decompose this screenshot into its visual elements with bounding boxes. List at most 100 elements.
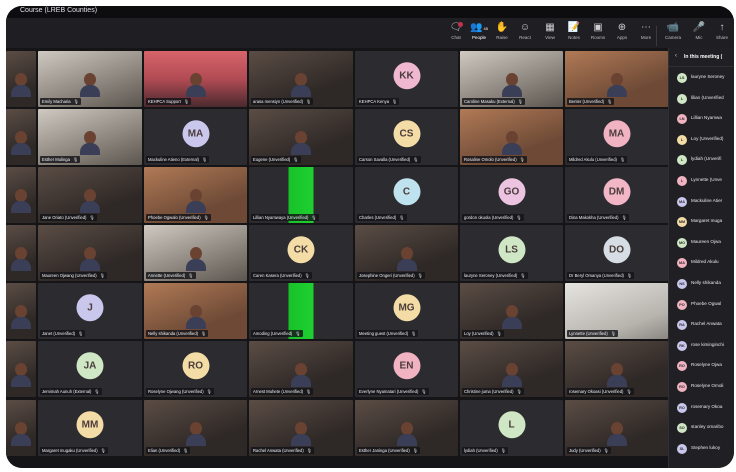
toolbar-rooms-button[interactable]: ▣ Rooms xyxy=(587,21,609,47)
participant-video xyxy=(11,422,31,446)
toolbar-people-button[interactable]: 👥45 People xyxy=(468,21,490,50)
participant-tile[interactable]: Lynnette (Unverified) 🎙 xyxy=(565,283,668,339)
participant-list-item[interactable]: LS lauryne Seroney xyxy=(669,68,734,88)
participant-list-item[interactable]: RO rosemary Okoa xyxy=(669,398,734,418)
participant-tile[interactable]: KEHPCA Support 🎙 xyxy=(144,51,247,107)
participant-tile[interactable]: MG Meeting guest (Unverified) 🎙 xyxy=(355,283,458,339)
mic-muted-icon: 🎙 xyxy=(183,448,189,453)
participant-tile[interactable]: Eugene (Unverified) 🎙 xyxy=(249,109,353,165)
participant-tile[interactable] xyxy=(6,167,36,223)
participant-tile[interactable] xyxy=(6,109,36,165)
participant-tile[interactable] xyxy=(6,51,36,107)
participant-tile[interactable]: Maureen Ojwang (Unverified) 🎙 xyxy=(38,225,142,281)
participant-tile[interactable]: C Charles (Unverified) 🎙 xyxy=(355,167,458,223)
participant-list-item[interactable]: SO stanley omaribo xyxy=(669,418,734,438)
participant-tile[interactable]: Esther Mulinga 🎙 xyxy=(38,109,142,165)
participant-tile[interactable]: LS lauryne Seroney (Unverified) 🎙 xyxy=(460,225,563,281)
participant-tile[interactable] xyxy=(6,341,36,397)
participant-video xyxy=(396,247,417,271)
chevron-left-icon[interactable]: ‹ xyxy=(675,53,677,59)
participant-name-label: Charles (Unverified) 🎙 xyxy=(357,214,407,221)
toolbar-share-button[interactable]: ↑ Share xyxy=(711,21,733,47)
toolbar-react-button[interactable]: ☺ React xyxy=(514,21,536,47)
participant-list-item[interactable]: MO Maureen Ojwa xyxy=(669,233,734,253)
participant-tile[interactable]: GO gordon okuola (Unverified) 🎙 xyxy=(460,167,563,223)
participant-tile[interactable]: Emily Macharia 🎙 xyxy=(38,51,142,107)
participant-name-label: gordon okuola (Unverified) 🎙 xyxy=(462,214,524,221)
participant-name-label: Mackuline Atieno (External) 🎙 xyxy=(146,156,210,163)
participant-list-item[interactable]: RA Rachel Anwata xyxy=(669,315,734,335)
participant-name: Rosaline Omolo (Unverified) xyxy=(464,157,517,162)
participant-tile[interactable]: rosemary Okoasi (Unverified) 🎙 xyxy=(565,341,668,397)
participant-list-item[interactable]: PO Phoebe Ogwal xyxy=(669,295,734,315)
participant-tile[interactable]: Arnest Muhete (Unverified) 🎙 xyxy=(249,341,353,397)
participant-tile[interactable]: Benter (Unverified) 🎙 xyxy=(565,51,668,107)
participant-tile[interactable]: CK Caren Kasera (Unverified) 🎙 xyxy=(249,225,353,281)
participant-tile[interactable]: RO Roselyne Ojwang (Unverified) 🎙 xyxy=(144,341,247,397)
participant-tile[interactable]: MA Mackuline Atieno (External) 🎙 xyxy=(144,109,247,165)
participant-list-item[interactable]: RO Roselyne Omoli xyxy=(669,377,734,397)
participant-tile[interactable]: MA Mildred Akulu (Unverified) 🎙 xyxy=(565,109,668,165)
participant-name: Charles (Unverified) xyxy=(359,215,397,220)
participant-list-item[interactable]: MA Mackuline Atier xyxy=(669,192,734,212)
participant-list-item[interactable]: SL Stephen lukoy xyxy=(669,439,734,459)
participant-list-item[interactable]: Llydiah (Unverifi xyxy=(669,150,734,170)
toolbar-raise-button[interactable]: ✋ Raise xyxy=(491,21,513,47)
participant-list-item[interactable]: Llilian (Unverified xyxy=(669,89,734,109)
participant-name-label: KEHPCA Kenya 🎙 xyxy=(357,98,400,105)
participant-video xyxy=(291,73,311,97)
participant-tile[interactable]: Rachel Anwata (Unverified) 🎙 xyxy=(249,400,353,456)
participant-list-name: Lillian Nyamwa xyxy=(691,115,722,121)
participant-tile[interactable]: Jane Oriato (Unverified) 🎙 xyxy=(38,167,142,223)
participant-tile[interactable] xyxy=(6,225,36,281)
participant-tile[interactable] xyxy=(6,283,36,339)
participant-tile[interactable]: Elian (Unverified) 🎙 xyxy=(144,400,247,456)
participant-tile[interactable]: Amoding (Unverified) 🎙 xyxy=(249,283,353,339)
participant-tile[interactable]: MM Margaret mugaku (Unverified) 🎙 xyxy=(38,400,142,456)
participant-tile[interactable]: JA Jemimah Aunuh (External) 🎙 xyxy=(38,341,142,397)
participant-tile[interactable]: Rosaline Omolo (Unverified) 🎙 xyxy=(460,109,563,165)
participant-tile[interactable]: CS Carson Savalla (Unverified) 🎙 xyxy=(355,109,458,165)
toolbar-chat-button[interactable]: 🗨 Chat xyxy=(445,21,467,47)
participant-list-item[interactable]: L Lynnette (Unve xyxy=(669,171,734,191)
participant-tile[interactable]: DO Dr Beryl Omanya (Unverified) 🎙 xyxy=(565,225,668,281)
participant-list-item[interactable]: L Loy (Unverified) xyxy=(669,130,734,150)
participant-video xyxy=(80,247,100,271)
participant-list-item[interactable]: RK rose kiminginchi xyxy=(669,336,734,356)
participant-tile[interactable]: Annette (Unverified) 🎙 xyxy=(144,225,247,281)
toolbar-more-button[interactable]: ⋯ More xyxy=(635,21,657,47)
toolbar-mic-button[interactable]: 🎤 Mic xyxy=(688,21,710,47)
mic-muted-icon: 🎙 xyxy=(417,273,423,278)
participant-tile[interactable]: Josephine Ongeri (Unverified) 🎙 xyxy=(355,225,458,281)
participant-tile[interactable]: Lillian Nyamwaya (Unverified) 🎙 xyxy=(249,167,353,223)
participant-tile[interactable]: Loy (Unverified) 🎙 xyxy=(460,283,563,339)
participant-list-item[interactable]: RO Roselyne Ojwa xyxy=(669,356,734,376)
toolbar-view-button[interactable]: ▦ View xyxy=(539,21,561,47)
toolbar-apps-button[interactable]: ⊕ Apps xyxy=(611,21,633,47)
participant-tile[interactable]: KK KEHPCA Kenya 🎙 xyxy=(355,51,458,107)
participant-tile[interactable]: Esther Janinga (Unverified) 🎙 xyxy=(355,400,458,456)
participant-tile[interactable]: J Janet (Unverified) 🎙 xyxy=(38,283,142,339)
participant-name: Lillian Nyamwaya (Unverified) xyxy=(253,215,309,220)
toolbar-notes-button[interactable]: 📝 Notes xyxy=(563,21,585,47)
participant-tile[interactable]: Llydiah (Unverified) 🎙 xyxy=(460,400,563,456)
participant-tile[interactable]: arasa mensiyn (Unverified) 🎙 xyxy=(249,51,353,107)
participant-list-item[interactable]: MM Margaret muga xyxy=(669,212,734,232)
participant-tile[interactable]: Caroline Masaku (External) 🎙 xyxy=(460,51,563,107)
participant-tile[interactable]: Judy (Unverified) 🎙 xyxy=(565,400,668,456)
participant-tile[interactable]: Phoebe Ogwalo (Unverified) 🎙 xyxy=(144,167,247,223)
participant-list-item[interactable]: LN Lillian Nyamwa xyxy=(669,109,734,129)
meeting-toolbar: 🗨 Chat 👥45 People ✋ Raise ☺ React ▦ View 📝 Notes ▣ Ro… xyxy=(6,18,734,50)
participant-avatar: CS xyxy=(393,120,420,148)
participant-name-label: Christine juma (Unverified) 🎙 xyxy=(462,388,524,395)
participant-tile[interactable]: Christine juma (Unverified) 🎙 xyxy=(460,341,563,397)
participant-tile[interactable]: EN Everlyne Nyamatari (Unverified) 🎙 xyxy=(355,341,458,397)
participant-list-avatar: L xyxy=(677,155,687,166)
participant-avatar: J xyxy=(76,294,104,322)
participant-tile[interactable]: Nelly shikanda (Unverified) 🎙 xyxy=(144,283,247,339)
participant-list-item[interactable]: NS Nelly shikanda xyxy=(669,274,734,294)
toolbar-camera-button[interactable]: 📹 Camera xyxy=(662,21,684,47)
participant-tile[interactable] xyxy=(6,400,36,456)
participant-list-item[interactable]: MA Mildred Akulu xyxy=(669,253,734,273)
participant-tile[interactable]: DM Dina Makokha (Unverified) 🎙 xyxy=(565,167,668,223)
